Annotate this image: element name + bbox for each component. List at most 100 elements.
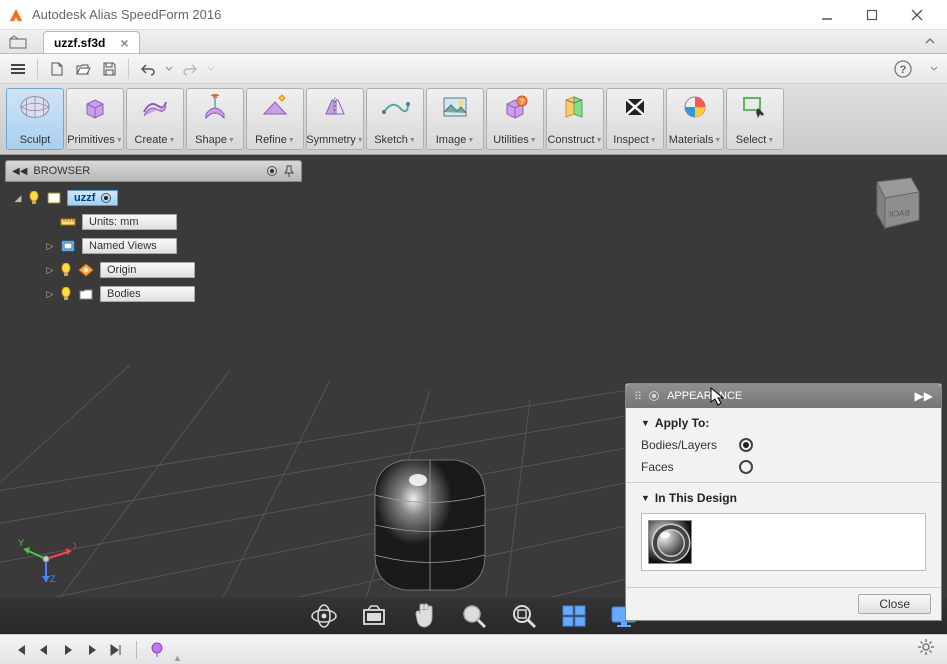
ribbon-primitives[interactable]: Primitives▼ bbox=[66, 88, 124, 150]
svg-text:?: ? bbox=[900, 64, 907, 76]
close-button[interactable] bbox=[894, 0, 939, 30]
appearance-header[interactable]: ⠿ APPEARANCE ▶▶ bbox=[626, 384, 941, 408]
home-tab-icon[interactable] bbox=[8, 33, 28, 51]
timeline-play-head-icon[interactable]: ▲ bbox=[173, 653, 182, 663]
ribbon-label: Materials bbox=[669, 134, 714, 146]
expand-down-icon[interactable]: ▼ bbox=[641, 493, 650, 503]
collapse-ribbon-icon[interactable] bbox=[923, 34, 937, 53]
browser-header[interactable]: ◀◀ BROWSER bbox=[5, 160, 302, 182]
look-icon[interactable] bbox=[358, 602, 390, 630]
expand-right-icon[interactable]: ▶▶ bbox=[915, 389, 933, 403]
ribbon-symmetry[interactable]: Symmetry▼ bbox=[306, 88, 364, 150]
svg-text:Y: Y bbox=[18, 538, 24, 548]
component-icon bbox=[45, 190, 63, 206]
active-radio-icon[interactable] bbox=[101, 193, 111, 203]
ribbon-image[interactable]: Image▼ bbox=[426, 88, 484, 150]
ribbon-create[interactable]: Create▼ bbox=[126, 88, 184, 150]
timeline-play-icon[interactable] bbox=[60, 642, 76, 658]
help-dropdown-icon[interactable] bbox=[929, 59, 939, 79]
ribbon-label: Sculpt bbox=[20, 134, 51, 146]
zoom-icon[interactable] bbox=[458, 602, 490, 630]
tree-root[interactable]: ◢ uzzf bbox=[5, 186, 302, 210]
ribbon-sketch[interactable]: Sketch▼ bbox=[366, 88, 424, 150]
ribbon-materials[interactable]: Materials▼ bbox=[666, 88, 724, 150]
appearance-panel: ⠿ APPEARANCE ▶▶ ▼ Apply To: Bodies/Layer… bbox=[625, 383, 942, 621]
fit-icon[interactable] bbox=[508, 602, 540, 630]
ribbon-sculpt[interactable]: Sculpt bbox=[6, 88, 64, 150]
menu-icon[interactable] bbox=[8, 59, 28, 79]
tree-origin[interactable]: ▷ Origin bbox=[5, 258, 302, 282]
faces-label: Faces bbox=[641, 460, 731, 474]
pan-icon[interactable] bbox=[408, 602, 440, 630]
radio-on-icon[interactable] bbox=[739, 438, 753, 452]
timeline-end-icon[interactable] bbox=[108, 642, 124, 658]
expand-icon[interactable]: ◢ bbox=[13, 193, 23, 204]
new-file-icon[interactable] bbox=[47, 59, 67, 79]
viewcube[interactable]: BACK RIGHT bbox=[859, 170, 927, 238]
ribbon-select[interactable]: Select▼ bbox=[726, 88, 784, 150]
collapse-left-icon[interactable]: ◀◀ bbox=[12, 166, 27, 177]
svg-text:?: ? bbox=[520, 99, 524, 106]
material-swatch[interactable] bbox=[648, 520, 692, 564]
tree-units-label: Units: mm bbox=[82, 214, 177, 230]
ribbon-construct[interactable]: Construct▼ bbox=[546, 88, 604, 150]
axis-triad[interactable]: X Y Z bbox=[16, 524, 76, 584]
expand-icon[interactable]: ▷ bbox=[45, 289, 55, 300]
ribbon-label: Sketch bbox=[374, 134, 408, 146]
in-this-design-section[interactable]: ▼ In This Design bbox=[641, 491, 926, 505]
window-controls bbox=[804, 0, 939, 30]
help-icon[interactable]: ? bbox=[893, 59, 913, 79]
bodies-layers-label: Bodies/Layers bbox=[641, 438, 731, 452]
ribbon-label: Inspect bbox=[613, 134, 648, 146]
timeline-next-icon[interactable] bbox=[84, 642, 100, 658]
symmetry-icon bbox=[319, 93, 351, 121]
inspect-icon bbox=[619, 93, 651, 121]
ribbon-refine[interactable]: Refine▼ bbox=[246, 88, 304, 150]
apply-bodies-layers-row[interactable]: Bodies/Layers bbox=[641, 438, 926, 452]
ribbon-label: Refine bbox=[255, 134, 287, 146]
redo-dropdown-icon[interactable] bbox=[206, 59, 216, 79]
close-button[interactable]: Close bbox=[858, 594, 931, 614]
ribbon-utilities[interactable]: ? Utilities▼ bbox=[486, 88, 544, 150]
tree-units[interactable]: Units: mm bbox=[5, 210, 302, 234]
ribbon-inspect[interactable]: Inspect▼ bbox=[606, 88, 664, 150]
apply-to-section[interactable]: ▼ Apply To: bbox=[641, 416, 926, 430]
tab-close-icon[interactable]: × bbox=[120, 35, 128, 51]
expand-icon[interactable]: ▷ bbox=[45, 265, 55, 276]
pin-icon[interactable] bbox=[283, 165, 295, 177]
construct-icon bbox=[559, 93, 591, 121]
ribbon-shape[interactable]: Shape▼ bbox=[186, 88, 244, 150]
settings-icon[interactable] bbox=[917, 638, 935, 661]
sculpt-icon bbox=[19, 93, 51, 121]
timeline-start-icon[interactable] bbox=[12, 642, 28, 658]
lightbulb-icon[interactable] bbox=[27, 191, 41, 205]
timeline-feature-marker[interactable] bbox=[149, 642, 165, 658]
primitives-icon bbox=[79, 93, 111, 121]
timeline-prev-icon[interactable] bbox=[36, 642, 52, 658]
maximize-button[interactable] bbox=[849, 0, 894, 30]
undo-dropdown-icon[interactable] bbox=[164, 59, 174, 79]
viewport-layout-icon[interactable] bbox=[558, 602, 590, 630]
radio-off-icon[interactable] bbox=[739, 460, 753, 474]
window-title: Autodesk Alias SpeedForm 2016 bbox=[32, 7, 804, 22]
undo-icon[interactable] bbox=[138, 59, 158, 79]
divider bbox=[626, 482, 941, 483]
expand-down-icon[interactable]: ▼ bbox=[641, 418, 650, 428]
orbit-icon[interactable] bbox=[308, 602, 340, 630]
expand-icon[interactable]: ▷ bbox=[45, 241, 55, 252]
apply-faces-row[interactable]: Faces bbox=[641, 460, 926, 474]
panel-options-icon[interactable] bbox=[649, 391, 659, 401]
lightbulb-icon[interactable] bbox=[59, 263, 73, 277]
tree-named-views[interactable]: ▷ Named Views bbox=[5, 234, 302, 258]
browser-options-icon[interactable] bbox=[267, 166, 277, 176]
document-tabs: uzzf.sf3d × bbox=[0, 30, 947, 54]
ribbon-label: Primitives bbox=[67, 134, 115, 146]
redo-icon[interactable] bbox=[180, 59, 200, 79]
open-file-icon[interactable] bbox=[73, 59, 93, 79]
tree-bodies[interactable]: ▷ Bodies bbox=[5, 282, 302, 306]
save-icon[interactable] bbox=[99, 59, 119, 79]
document-tab-active[interactable]: uzzf.sf3d × bbox=[43, 31, 140, 53]
lightbulb-icon[interactable] bbox=[59, 287, 73, 301]
minimize-button[interactable] bbox=[804, 0, 849, 30]
drag-handle-icon[interactable]: ⠿ bbox=[634, 390, 641, 403]
